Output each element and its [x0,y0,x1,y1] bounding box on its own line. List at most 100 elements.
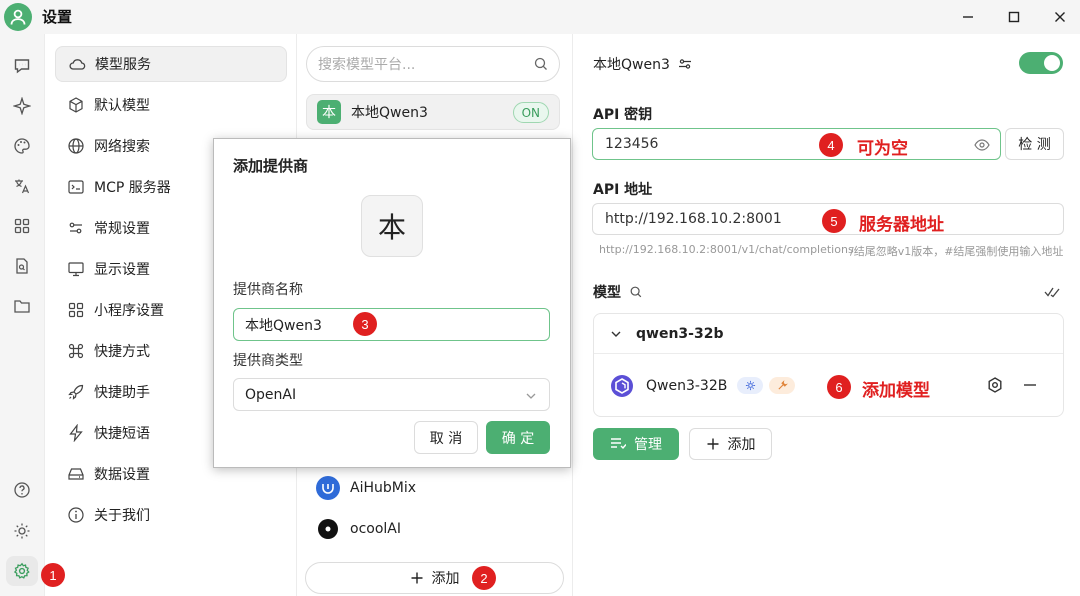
provider-detail-header: 本地Qwen3 [593,54,692,74]
search-icon [534,57,547,70]
sparkle-icon [13,97,31,115]
agents-rail-button[interactable] [6,91,38,121]
nav-item-about[interactable]: 关于我们 [55,497,287,533]
close-button[interactable] [1047,4,1073,30]
document-search-icon [16,258,28,274]
provider-type-value: OpenAI [245,386,297,403]
plus-icon [707,438,718,450]
nav-item-label: 默认模型 [94,98,150,114]
list-icon [611,438,626,450]
api-key-input[interactable]: 123456 [592,128,1001,160]
hard-drive-icon [67,465,85,483]
chevron-down-icon [611,331,621,337]
on-badge: ON [512,102,549,123]
minimize-icon [963,16,973,18]
files-rail-button[interactable] [6,251,38,281]
provider-item-ocoolai[interactable]: ocoolAI [306,511,560,547]
annotation-text-6: 添加模型 [862,381,930,401]
model-name: Qwen3-32B [646,377,728,394]
command-icon [67,342,85,360]
annotation-marker-3: 3 [353,312,377,336]
lightning-icon [67,424,85,442]
ocoolai-logo-icon [318,519,338,539]
nav-item-label: MCP 服务器 [94,180,171,196]
health-check-icon[interactable] [1044,284,1060,300]
monitor-icon [67,260,85,278]
api-key-label: API 密钥 [593,107,653,123]
provider-label: 本地Qwen3 [351,105,428,121]
model-group-name: qwen3-32b [636,325,724,342]
window-title: 设置 [42,8,73,26]
cube-icon [67,96,85,114]
aihubmix-logo-icon [316,476,340,500]
user-avatar[interactable] [4,3,32,31]
grid-icon [67,301,85,319]
add-model-button[interactable]: 添加 [689,428,772,460]
nav-item-label: 显示设置 [94,262,150,278]
provider-label: ocoolAI [350,521,401,537]
help-rail-button[interactable] [6,475,38,505]
add-provider-dialog: 添加提供商 本 提供商名称 本地Qwen3 提供商类型 OpenAI 取 消 确… [213,138,571,468]
provider-item-local-qwen3[interactable]: 本 本地Qwen3 ON [306,94,560,130]
nav-item-label: 网络搜索 [94,139,150,155]
provider-detail: 本地Qwen3 API 密钥 123456 检 测 API 地址 http://… [573,34,1080,596]
dialog-title: 添加提供商 [233,157,309,175]
settings-rail-button[interactable] [6,556,38,586]
annotation-text-4: 可为空 [857,139,908,159]
manage-models-button[interactable]: 管理 [593,428,679,460]
provider-type-label: 提供商类型 [233,353,303,369]
provider-enable-toggle[interactable] [1019,52,1063,74]
maximize-icon [1008,11,1020,23]
minimize-button[interactable] [955,4,981,30]
model-group-header[interactable]: qwen3-32b [594,314,1063,354]
add-provider-button[interactable]: 添加 [305,562,564,594]
provider-type-select[interactable]: OpenAI [233,378,550,411]
annotation-text-5: 服务器地址 [859,215,944,235]
chat-icon [14,59,30,74]
add-model-label: 添加 [727,437,756,453]
annotation-marker-5: 5 [822,209,846,233]
maximize-button[interactable] [1001,4,1027,30]
search-icon[interactable] [629,285,643,299]
gear-icon[interactable] [986,376,1004,394]
plus-icon [411,572,422,584]
add-provider-label: 添加 [431,571,460,587]
palette-icon [14,138,30,154]
gear-icon [13,562,30,579]
api-key-value: 123456 [605,136,659,152]
check-api-button[interactable]: 检 测 [1005,128,1064,160]
nav-item-default-model[interactable]: 默认模型 [55,87,287,123]
provider-label: AiHubMix [350,480,417,496]
nav-item-label: 小程序设置 [94,303,164,319]
help-icon [14,482,30,498]
annotation-marker-2: 2 [472,566,496,590]
cancel-button[interactable]: 取 消 [414,421,478,454]
folder-icon [14,300,30,313]
translate-rail-button[interactable] [6,171,38,201]
provider-logo-upload[interactable]: 本 [361,195,423,257]
tool-tag-icon [769,377,796,394]
provider-name-label: 提供商名称 [233,282,303,298]
paint-rail-button[interactable] [6,131,38,161]
provider-search-input[interactable]: 搜索模型平台... [306,46,560,82]
provider-name-input[interactable]: 本地Qwen3 [233,308,550,341]
provider-detail-title: 本地Qwen3 [593,57,670,73]
nav-item-model-service[interactable]: 模型服务 [55,46,287,82]
api-url-preview: http://192.168.10.2:8001/v1/chat/complet… [599,243,854,256]
provider-item-aihubmix[interactable]: AiHubMix [306,470,560,506]
user-icon [10,9,26,25]
reasoning-tag-icon [737,377,764,394]
theme-rail-button[interactable] [6,516,38,546]
nav-item-label: 关于我们 [94,508,150,524]
apps-rail-button[interactable] [6,211,38,241]
api-url-hint: /结尾忽略v1版本，#结尾强制使用输入地址 [850,245,1064,258]
ok-button[interactable]: 确 定 [486,421,550,454]
settings-sliders-icon[interactable] [678,57,692,71]
info-icon [67,506,85,524]
remove-icon[interactable] [1022,376,1038,394]
chat-rail-button[interactable] [6,51,38,81]
eye-icon[interactable] [974,138,990,152]
folder-rail-button[interactable] [6,291,38,321]
nav-item-label: 模型服务 [95,57,151,73]
nav-item-label: 快捷助手 [94,385,150,401]
